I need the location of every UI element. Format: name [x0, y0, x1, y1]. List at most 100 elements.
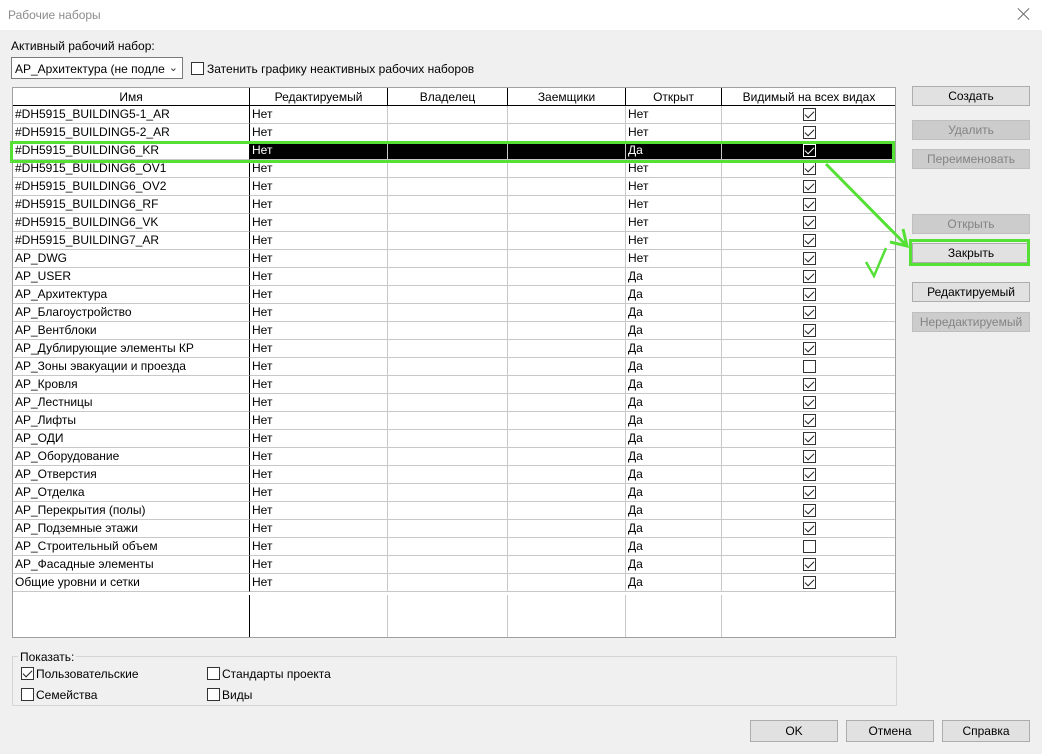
- opened-cell[interactable]: Да: [626, 466, 722, 484]
- visible-checkbox[interactable]: [802, 558, 816, 571]
- opened-cell[interactable]: Да: [626, 574, 722, 592]
- gray-inactive-checkbox[interactable]: [191, 62, 204, 75]
- visible-checkbox[interactable]: [802, 414, 816, 427]
- editable-cell[interactable]: Нет: [250, 448, 388, 466]
- workset-name-cell[interactable]: АР_Вентблоки: [13, 322, 250, 340]
- workset-name-cell[interactable]: АР_ОДИ: [13, 430, 250, 448]
- table-row[interactable]: АР_Подземные этажи Нет Да: [13, 520, 895, 538]
- editable-cell[interactable]: Нет: [250, 322, 388, 340]
- workset-name-cell[interactable]: АР_Архитектура: [13, 286, 250, 304]
- help-button[interactable]: Справка: [942, 720, 1030, 742]
- editable-cell[interactable]: Нет: [250, 484, 388, 502]
- editable-cell[interactable]: Нет: [250, 142, 388, 160]
- close-workset-button[interactable]: Закрыть: [912, 243, 1030, 263]
- table-row[interactable]: АР_Архитектура Нет Да: [13, 286, 895, 304]
- active-workset-select[interactable]: АР_Архитектура (не подлежит ⌄: [11, 57, 183, 79]
- ok-button[interactable]: OK: [750, 720, 838, 742]
- table-row[interactable]: #DH5915_BUILDING5-1_AR Нет Нет: [13, 106, 895, 124]
- workset-name-cell[interactable]: Общие уровни и сетки: [13, 574, 250, 592]
- opened-cell[interactable]: Да: [626, 286, 722, 304]
- visible-checkbox[interactable]: [802, 198, 816, 211]
- visible-checkbox[interactable]: [802, 468, 816, 481]
- opened-cell[interactable]: Да: [626, 142, 722, 160]
- column-header-visible[interactable]: Видимый на всех видах: [722, 88, 895, 106]
- workset-name-cell[interactable]: АР_Отверстия: [13, 466, 250, 484]
- opened-cell[interactable]: Да: [626, 520, 722, 538]
- table-row[interactable]: АР_Отверстия Нет Да: [13, 466, 895, 484]
- table-row[interactable]: АР_Вентблоки Нет Да: [13, 322, 895, 340]
- workset-name-cell[interactable]: #DH5915_BUILDING6_OV1: [13, 160, 250, 178]
- opened-cell[interactable]: Да: [626, 412, 722, 430]
- editable-cell[interactable]: Нет: [250, 430, 388, 448]
- visible-checkbox[interactable]: [802, 216, 816, 229]
- table-row[interactable]: AP_DWG Нет Нет: [13, 250, 895, 268]
- editable-cell[interactable]: Нет: [250, 574, 388, 592]
- visible-checkbox[interactable]: [802, 396, 816, 409]
- open-button[interactable]: Открыть: [912, 214, 1030, 234]
- visible-checkbox[interactable]: [802, 504, 816, 517]
- opened-cell[interactable]: Да: [626, 502, 722, 520]
- rename-button[interactable]: Переименовать: [912, 149, 1030, 169]
- editable-cell[interactable]: Нет: [250, 196, 388, 214]
- editable-cell[interactable]: Нет: [250, 232, 388, 250]
- workset-name-cell[interactable]: #DH5915_BUILDING5-2_AR: [13, 124, 250, 142]
- editable-cell[interactable]: Нет: [250, 250, 388, 268]
- visible-checkbox[interactable]: [802, 126, 816, 139]
- visible-checkbox[interactable]: [802, 540, 816, 553]
- editable-cell[interactable]: Нет: [250, 178, 388, 196]
- visible-checkbox[interactable]: [802, 324, 816, 337]
- visible-checkbox[interactable]: [802, 180, 816, 193]
- workset-name-cell[interactable]: АР_Дублирующие элементы КР: [13, 340, 250, 358]
- opened-cell[interactable]: Нет: [626, 160, 722, 178]
- editable-cell[interactable]: Нет: [250, 304, 388, 322]
- opened-cell[interactable]: Нет: [626, 232, 722, 250]
- opened-cell[interactable]: Нет: [626, 196, 722, 214]
- table-row[interactable]: АР_ОДИ Нет Да: [13, 430, 895, 448]
- opened-cell[interactable]: Да: [626, 340, 722, 358]
- visible-checkbox[interactable]: [802, 378, 816, 391]
- opened-cell[interactable]: Да: [626, 448, 722, 466]
- visible-checkbox[interactable]: [802, 288, 816, 301]
- editable-cell[interactable]: Нет: [250, 412, 388, 430]
- workset-name-cell[interactable]: АР_Лестницы: [13, 394, 250, 412]
- visible-checkbox[interactable]: [802, 450, 816, 463]
- opened-cell[interactable]: Да: [626, 268, 722, 286]
- table-row[interactable]: АР_Зоны эвакуации и проезда Нет Да: [13, 358, 895, 376]
- editable-cell[interactable]: Нет: [250, 538, 388, 556]
- editable-cell[interactable]: Нет: [250, 394, 388, 412]
- workset-name-cell[interactable]: АР_Фасадные элементы: [13, 556, 250, 574]
- table-row[interactable]: АР_Лифты Нет Да: [13, 412, 895, 430]
- table-row[interactable]: #DH5915_BUILDING6_KR Нет Да: [13, 142, 895, 160]
- workset-name-cell[interactable]: #DH5915_BUILDING6_KR: [13, 142, 250, 160]
- table-row[interactable]: #DH5915_BUILDING6_VK Нет Нет: [13, 214, 895, 232]
- column-header-owner[interactable]: Владелец: [388, 88, 508, 106]
- table-row[interactable]: АР_Дублирующие элементы КР Нет Да: [13, 340, 895, 358]
- user-worksets-checkbox[interactable]: [21, 667, 34, 680]
- table-row[interactable]: АР_Оборудование Нет Да: [13, 448, 895, 466]
- opened-cell[interactable]: Да: [626, 394, 722, 412]
- table-row[interactable]: #DH5915_BUILDING5-2_AR Нет Нет: [13, 124, 895, 142]
- editable-cell[interactable]: Нет: [250, 214, 388, 232]
- visible-checkbox[interactable]: [802, 252, 816, 265]
- visible-checkbox[interactable]: [802, 486, 816, 499]
- workset-name-cell[interactable]: АР_Кровля: [13, 376, 250, 394]
- table-row[interactable]: #DH5915_BUILDING6_RF Нет Нет: [13, 196, 895, 214]
- visible-checkbox[interactable]: [802, 270, 816, 283]
- workset-name-cell[interactable]: АР_Благоустройство: [13, 304, 250, 322]
- opened-cell[interactable]: Нет: [626, 178, 722, 196]
- visible-checkbox[interactable]: [802, 522, 816, 535]
- visible-checkbox[interactable]: [802, 360, 816, 373]
- editable-cell[interactable]: Нет: [250, 358, 388, 376]
- make-editable-button[interactable]: Редактируемый: [912, 282, 1030, 302]
- editable-cell[interactable]: Нет: [250, 502, 388, 520]
- editable-cell[interactable]: Нет: [250, 466, 388, 484]
- visible-checkbox[interactable]: [802, 234, 816, 247]
- opened-cell[interactable]: Да: [626, 322, 722, 340]
- visible-checkbox[interactable]: [802, 144, 816, 157]
- editable-cell[interactable]: Нет: [250, 376, 388, 394]
- table-row[interactable]: АР_Благоустройство Нет Да: [13, 304, 895, 322]
- editable-cell[interactable]: Нет: [250, 556, 388, 574]
- workset-name-cell[interactable]: АР_Перекрытия (полы): [13, 502, 250, 520]
- visible-checkbox[interactable]: [802, 108, 816, 121]
- workset-name-cell[interactable]: AP_DWG: [13, 250, 250, 268]
